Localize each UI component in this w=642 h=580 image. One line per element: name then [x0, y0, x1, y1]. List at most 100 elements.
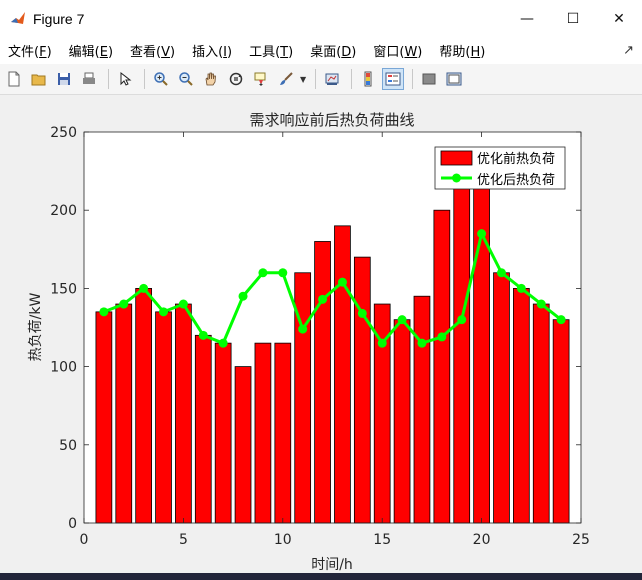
line-marker — [278, 268, 288, 278]
matlab-logo-icon — [11, 11, 25, 24]
toolbar-separator — [412, 69, 414, 89]
menu-file[interactable]: 文件(F) — [0, 41, 61, 60]
minimize-icon: — — [520, 10, 534, 27]
menu-view[interactable]: 查看(V) — [122, 41, 184, 60]
bar — [453, 186, 471, 524]
legend[interactable]: 优化前热负荷 优化后热负荷 — [434, 146, 566, 190]
bar — [175, 303, 192, 524]
menu-bar: 文件(F) 编辑(E) 查看(V) 插入(I) 工具(T) 桌面(D) 窗口(W… — [0, 37, 642, 64]
print-icon[interactable] — [78, 68, 100, 90]
menu-edit[interactable]: 编辑(E) — [61, 41, 122, 60]
brush-icon[interactable] — [275, 68, 297, 90]
x-tick-label: 5 — [179, 532, 188, 548]
show-plot-tools-icon[interactable] — [443, 68, 465, 90]
bar — [274, 342, 292, 524]
bar — [214, 342, 232, 524]
link-plot-icon[interactable] — [321, 68, 343, 90]
bar — [493, 272, 510, 524]
line-marker — [357, 308, 367, 318]
close-button[interactable]: ✕ — [596, 0, 642, 37]
rotate-3d-icon[interactable] — [225, 68, 247, 90]
bar — [393, 319, 411, 524]
y-tick-label: 150 — [50, 281, 77, 297]
brush-dropdown-icon[interactable]: ▼ — [300, 75, 306, 84]
bar — [532, 303, 550, 524]
line-marker — [377, 338, 387, 348]
line-marker — [139, 283, 149, 293]
y-tick-label: 100 — [50, 360, 77, 376]
pan-icon[interactable] — [200, 68, 222, 90]
open-file-icon[interactable] — [28, 68, 50, 90]
legend-icon[interactable] — [382, 68, 405, 90]
line-marker — [496, 268, 506, 278]
save-icon[interactable] — [53, 68, 75, 90]
bar — [334, 225, 351, 524]
menu-desktop[interactable]: 桌面(D) — [302, 41, 365, 60]
figure-toolbar: ▼ — [0, 64, 642, 95]
window-controls: — ☐ ✕ — [504, 0, 642, 37]
hide-plot-tools-icon[interactable] — [418, 68, 440, 90]
line-marker — [477, 229, 487, 239]
bar — [254, 342, 272, 524]
line-marker — [198, 330, 208, 340]
window-title: Figure 7 — [33, 10, 85, 27]
minimize-button[interactable]: — — [504, 0, 550, 37]
x-tick-label: 25 — [572, 532, 590, 548]
y-tick-label: 250 — [50, 125, 77, 141]
data-cursor-icon[interactable] — [250, 68, 272, 90]
bar — [353, 256, 371, 524]
y-axis-label: 热负荷/kW — [28, 293, 44, 362]
line-marker — [258, 268, 268, 278]
figure-canvas: 0 5 10 15 20 25 0 50 100 150 200 250 需求响应前后热负荷曲线 时间… — [0, 95, 642, 573]
chart-title: 需求响应前后热负荷曲线 — [249, 111, 414, 129]
line-marker — [536, 299, 546, 309]
x-tick-label: 0 — [80, 532, 89, 548]
undock-icon[interactable]: ↗ — [623, 43, 634, 58]
bar — [552, 319, 570, 524]
bar — [135, 287, 152, 524]
x-axis-label: 时间/h — [311, 557, 353, 573]
legend-bar-swatch — [440, 150, 473, 166]
line-marker — [397, 315, 407, 325]
y-tick-label: 200 — [50, 203, 77, 219]
x-tick-label: 20 — [473, 532, 491, 548]
title-bar: Figure 7 — ☐ ✕ — [0, 0, 642, 37]
close-icon: ✕ — [613, 10, 625, 27]
bar — [155, 311, 172, 524]
line-marker — [516, 283, 526, 293]
line-marker — [337, 277, 347, 287]
legend-bar-label: 优化前热负荷 — [477, 151, 555, 167]
menu-window[interactable]: 窗口(W) — [365, 41, 431, 60]
line-marker — [178, 299, 188, 309]
toolbar-separator — [144, 69, 145, 89]
legend-line-marker — [452, 173, 461, 183]
bar — [413, 295, 431, 524]
menu-help[interactable]: 帮助(H) — [431, 41, 494, 60]
colorbar-icon[interactable] — [357, 68, 379, 90]
pointer-icon[interactable] — [114, 68, 136, 90]
toolbar-separator — [351, 69, 353, 89]
menu-tools[interactable]: 工具(T) — [241, 41, 302, 60]
line-marker — [417, 338, 427, 348]
line-marker — [457, 315, 467, 325]
x-tick-label: 15 — [373, 532, 391, 548]
zoom-out-icon[interactable] — [175, 68, 197, 90]
line-marker — [437, 332, 447, 342]
bar — [95, 311, 113, 524]
chart[interactable]: 0 5 10 15 20 25050100150200250 需求响应前后热负荷曲线 时间… — [0, 95, 642, 573]
bar — [513, 287, 530, 524]
line-marker — [238, 291, 248, 301]
bar — [194, 334, 212, 524]
zoom-in-icon[interactable] — [150, 68, 172, 90]
menu-insert[interactable]: 插入(I) — [184, 41, 241, 60]
maximize-button[interactable]: ☐ — [550, 0, 596, 37]
taskbar-strip — [0, 573, 642, 580]
line-marker — [318, 294, 328, 304]
new-figure-icon[interactable] — [3, 68, 25, 90]
x-tick-label: 10 — [274, 532, 292, 548]
toolbar-separator — [315, 69, 317, 89]
y-tick-label: 50 — [59, 438, 77, 454]
line-marker — [218, 338, 228, 348]
line-marker — [298, 324, 308, 334]
line-marker — [119, 299, 129, 309]
